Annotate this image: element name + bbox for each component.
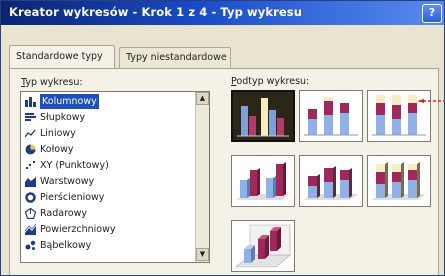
3d-percent-stacked-column-icon (372, 162, 426, 200)
radar-chart-icon (25, 208, 36, 219)
area-chart-icon (25, 177, 36, 187)
list-item-label: Bąbelkowy (40, 240, 92, 251)
subtype-3d-100-stacked-column[interactable] (367, 155, 431, 207)
scroll-up-button[interactable]: ▲ (196, 92, 209, 105)
list-item-area[interactable]: Warstwowy (23, 174, 193, 189)
window-title: Kreator wykresów - Krok 1 z 4 - Typ wykr… (9, 5, 303, 19)
list-item-doughnut[interactable]: Pierścieniowy (23, 190, 193, 205)
list-item-pie[interactable]: Kołowy (23, 142, 193, 157)
subtype-label-text: odtyp wykresu: (236, 76, 310, 87)
list-item-scatter[interactable]: XY (Punktowy) (23, 158, 193, 173)
scatter-chart-icon (26, 161, 35, 169)
clustered-column-icon (237, 98, 289, 137)
help-button[interactable]: ? (422, 4, 442, 23)
3d-column-icon (235, 224, 291, 268)
subtype-clustered-column[interactable] (231, 90, 295, 142)
subtype-3d-column[interactable] (231, 220, 295, 272)
stacked-column-icon (304, 97, 358, 136)
scroll-down-button[interactable]: ▼ (196, 248, 209, 261)
list-item-label: Pierścieniowy (40, 192, 105, 203)
chart-type-list[interactable]: Kolumnowy Słupkowy Liniowy Kołowy XY (Pu… (20, 91, 210, 263)
chart-type-scrollbar[interactable]: ▲ ▼ (195, 92, 209, 262)
list-item-label: Słupkowy (40, 112, 86, 123)
list-item-bar[interactable]: Słupkowy (23, 110, 193, 125)
list-item-radar[interactable]: Radarowy (23, 206, 193, 221)
bar-chart-icon (25, 113, 36, 121)
tab-custom-types[interactable]: Typy niestandardowe (119, 47, 231, 68)
list-item-line[interactable]: Liniowy (23, 126, 193, 141)
list-item-label: Kołowy (40, 144, 74, 155)
3d-clustered-column-icon (236, 162, 290, 200)
chart-type-label-text: yp wykresu: (25, 77, 83, 88)
line-chart-icon (25, 129, 36, 138)
chart-type-label: Typ wykresu: (21, 77, 83, 88)
subtype-label: Podtyp wykresu: (231, 76, 309, 87)
list-item-surface[interactable]: Powierzchniowy (23, 222, 193, 237)
list-item-label: Warstwowy (40, 176, 95, 187)
bubble-chart-icon (25, 240, 36, 250)
subtype-3d-clustered-column[interactable] (231, 155, 295, 207)
subtype-3d-stacked-column[interactable] (299, 155, 363, 207)
3d-stacked-column-icon (304, 166, 358, 200)
list-item-label: XY (Punktowy) (40, 160, 109, 171)
list-item-label: Radarowy (40, 208, 87, 219)
list-item-label: Kolumnowy (40, 94, 99, 109)
title-bar[interactable]: Kreator wykresów - Krok 1 z 4 - Typ wykr… (1, 1, 444, 25)
pie-chart-icon (25, 144, 36, 155)
annotation-arrow-icon (417, 99, 444, 103)
column-chart-icon (25, 97, 36, 107)
subtype-100-stacked-column[interactable] (367, 90, 431, 142)
list-item-label: Liniowy (40, 128, 76, 139)
doughnut-chart-icon (25, 192, 36, 203)
list-item-bubble[interactable]: Bąbelkowy (23, 238, 193, 253)
list-item-label: Powierzchniowy (40, 224, 116, 235)
subtype-stacked-column[interactable] (299, 90, 363, 142)
list-item-column[interactable]: Kolumnowy (23, 94, 193, 109)
tab-standard-types[interactable]: Standardowe typy (9, 45, 115, 69)
surface-chart-icon (25, 224, 36, 235)
chart-wizard-window: Kreator wykresów - Krok 1 z 4 - Typ wykr… (0, 0, 445, 276)
